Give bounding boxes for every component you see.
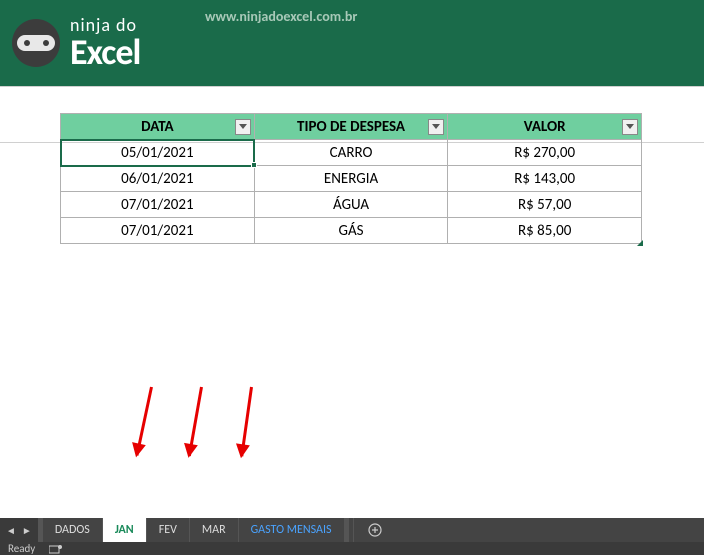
cell-tipo-3[interactable]: GÁS	[254, 218, 448, 244]
tab-nav-group: ◄ ►	[0, 518, 39, 542]
sheet-tab-bar: ◄ ► DADOS JAN FEV MAR GASTO MENSAIS	[0, 518, 704, 542]
cell-data-0[interactable]: 05/01/2021	[61, 140, 255, 166]
table-row[interactable]: 07/01/2021 GÁS R$ 85,00	[61, 218, 642, 244]
brand-bottom-text: Excel	[70, 34, 140, 70]
filter-button-data[interactable]	[235, 119, 251, 135]
sheet-tab-jan[interactable]: JAN	[103, 518, 147, 542]
cell-value: 05/01/2021	[121, 144, 193, 162]
filter-button-tipo[interactable]	[428, 119, 444, 135]
status-bar: Ready	[0, 542, 704, 555]
dropdown-icon	[432, 124, 440, 129]
table-row[interactable]: 06/01/2021 ENERGIA R$ 143,00	[61, 166, 642, 192]
tab-nav-next[interactable]: ►	[22, 524, 32, 537]
brand-url: www.ninjadoexcel.com.br	[205, 8, 357, 25]
col-header-data-label: DATA	[141, 118, 173, 136]
sheet-tab-mar[interactable]: MAR	[190, 518, 239, 542]
sheet-tab-fev[interactable]: FEV	[147, 518, 190, 542]
cell-tipo-2[interactable]: ÁGUA	[254, 192, 448, 218]
cell-valor-0[interactable]: R$ 270,00	[448, 140, 642, 166]
table-row[interactable]: 07/01/2021 ÁGUA R$ 57,00	[61, 192, 642, 218]
plus-circle-icon	[368, 523, 382, 537]
cell-data-2[interactable]: 07/01/2021	[61, 192, 255, 218]
ninja-icon	[12, 19, 60, 67]
col-header-valor-label: VALOR	[524, 118, 566, 136]
tab-nav-prev[interactable]: ◄	[6, 524, 16, 537]
expenses-table: DATA TIPO DE DESPESA VALOR	[60, 113, 642, 244]
filter-button-valor[interactable]	[622, 119, 638, 135]
cell-valor-2[interactable]: R$ 57,00	[448, 192, 642, 218]
col-header-tipo-label: TIPO DE DESPESA	[297, 118, 405, 136]
col-header-tipo[interactable]: TIPO DE DESPESA	[254, 114, 448, 140]
tab-spacer	[345, 518, 349, 542]
tab-bar-rest	[396, 518, 704, 542]
table-row[interactable]: 05/01/2021 CARRO R$ 270,00	[61, 140, 642, 166]
arrow-icon	[240, 387, 253, 457]
add-sheet-button[interactable]	[353, 518, 396, 542]
arrow-icon	[188, 387, 203, 456]
dropdown-icon	[239, 124, 247, 129]
macro-record-icon[interactable]	[49, 544, 63, 554]
table-header-row: DATA TIPO DE DESPESA VALOR	[61, 114, 642, 140]
col-header-data[interactable]: DATA	[61, 114, 255, 140]
cell-tipo-0[interactable]: CARRO	[254, 140, 448, 166]
status-ready: Ready	[8, 542, 35, 555]
cell-tipo-1[interactable]: ENERGIA	[254, 166, 448, 192]
cell-valor-3[interactable]: R$ 85,00	[448, 218, 642, 244]
arrow-icon	[135, 387, 152, 456]
col-header-valor[interactable]: VALOR	[448, 114, 642, 140]
sheet-tab-gasto-mensais[interactable]: GASTO MENSAIS	[239, 518, 345, 542]
dropdown-icon	[626, 124, 634, 129]
cell-valor-1[interactable]: R$ 143,00	[448, 166, 642, 192]
cell-data-1[interactable]: 06/01/2021	[61, 166, 255, 192]
header-banner: ninja do Excel www.ninjadoexcel.com.br	[0, 0, 704, 86]
worksheet-area[interactable]: DATA TIPO DE DESPESA VALOR	[0, 86, 704, 518]
cell-data-3[interactable]: 07/01/2021	[61, 218, 255, 244]
sheet-tab-dados[interactable]: DADOS	[43, 518, 103, 542]
brand-logo: ninja do Excel	[12, 16, 140, 70]
